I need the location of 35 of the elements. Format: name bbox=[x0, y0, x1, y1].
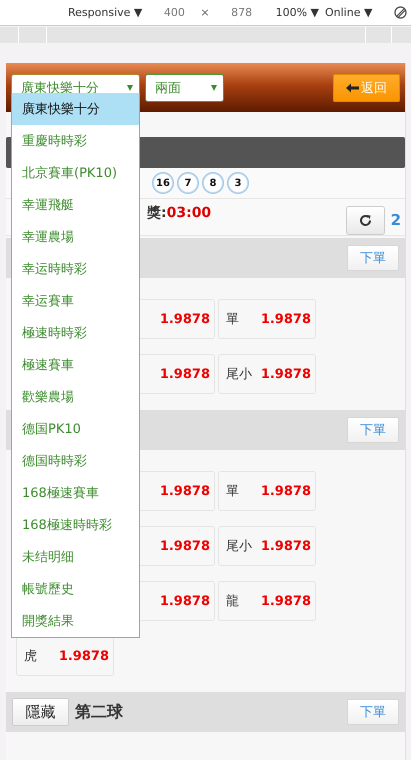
left-arrow-icon bbox=[346, 82, 359, 92]
order-button[interactable]: 下單 bbox=[347, 699, 399, 725]
menu-item[interactable]: 幸運農場 bbox=[12, 221, 139, 253]
zoom-select[interactable]: 100% ▼ bbox=[276, 6, 319, 19]
refresh-icon bbox=[358, 214, 372, 226]
number-ball: 16 bbox=[152, 172, 174, 194]
menu-item[interactable]: 廣東快樂十分 bbox=[12, 93, 139, 125]
number-ball: 7 bbox=[177, 172, 199, 194]
order-button[interactable]: 下單 bbox=[347, 417, 399, 443]
network-select[interactable]: Online ▼ bbox=[324, 6, 372, 19]
odds-cell[interactable]: 尾小 1.9878 bbox=[218, 526, 316, 566]
order-button[interactable]: 下單 bbox=[347, 245, 399, 271]
device-select[interactable]: Responsive ▼ bbox=[68, 6, 142, 19]
menu-item[interactable]: 北京賽車(PK10) bbox=[12, 157, 139, 189]
menu-item[interactable]: 幸運飛艇 bbox=[12, 189, 139, 221]
odds-cell[interactable]: 龍 1.9878 bbox=[218, 581, 316, 621]
odds-cell[interactable]: 虎 1.9878 bbox=[16, 636, 114, 676]
draw-timer: 獎:03:00 bbox=[147, 204, 212, 222]
menu-item[interactable]: 重慶時時彩 bbox=[12, 125, 139, 157]
menu-item[interactable]: 幸运時時彩 bbox=[12, 253, 139, 285]
width-field[interactable]: 400 bbox=[154, 6, 194, 19]
odds-cell[interactable]: 尾小 1.9878 bbox=[218, 354, 316, 394]
refresh-count: 2 bbox=[390, 211, 401, 229]
section-title: 第二球 bbox=[75, 702, 123, 722]
number-ball: 3 bbox=[227, 172, 249, 194]
rotate-icon[interactable] bbox=[394, 6, 408, 19]
refresh-button[interactable] bbox=[346, 206, 385, 234]
mode-select[interactable]: 兩面 bbox=[145, 74, 224, 102]
menu-item[interactable]: 德国PK10 bbox=[12, 413, 139, 445]
odds-cell[interactable]: 單 1.9878 bbox=[218, 299, 316, 339]
times-sign: × bbox=[200, 6, 210, 19]
odds-cell[interactable]: 單 1.9878 bbox=[218, 471, 316, 511]
height-field[interactable]: 878 bbox=[222, 6, 262, 19]
hide-button[interactable]: 隱藏 bbox=[12, 698, 69, 726]
number-ball: 8 bbox=[202, 172, 224, 194]
